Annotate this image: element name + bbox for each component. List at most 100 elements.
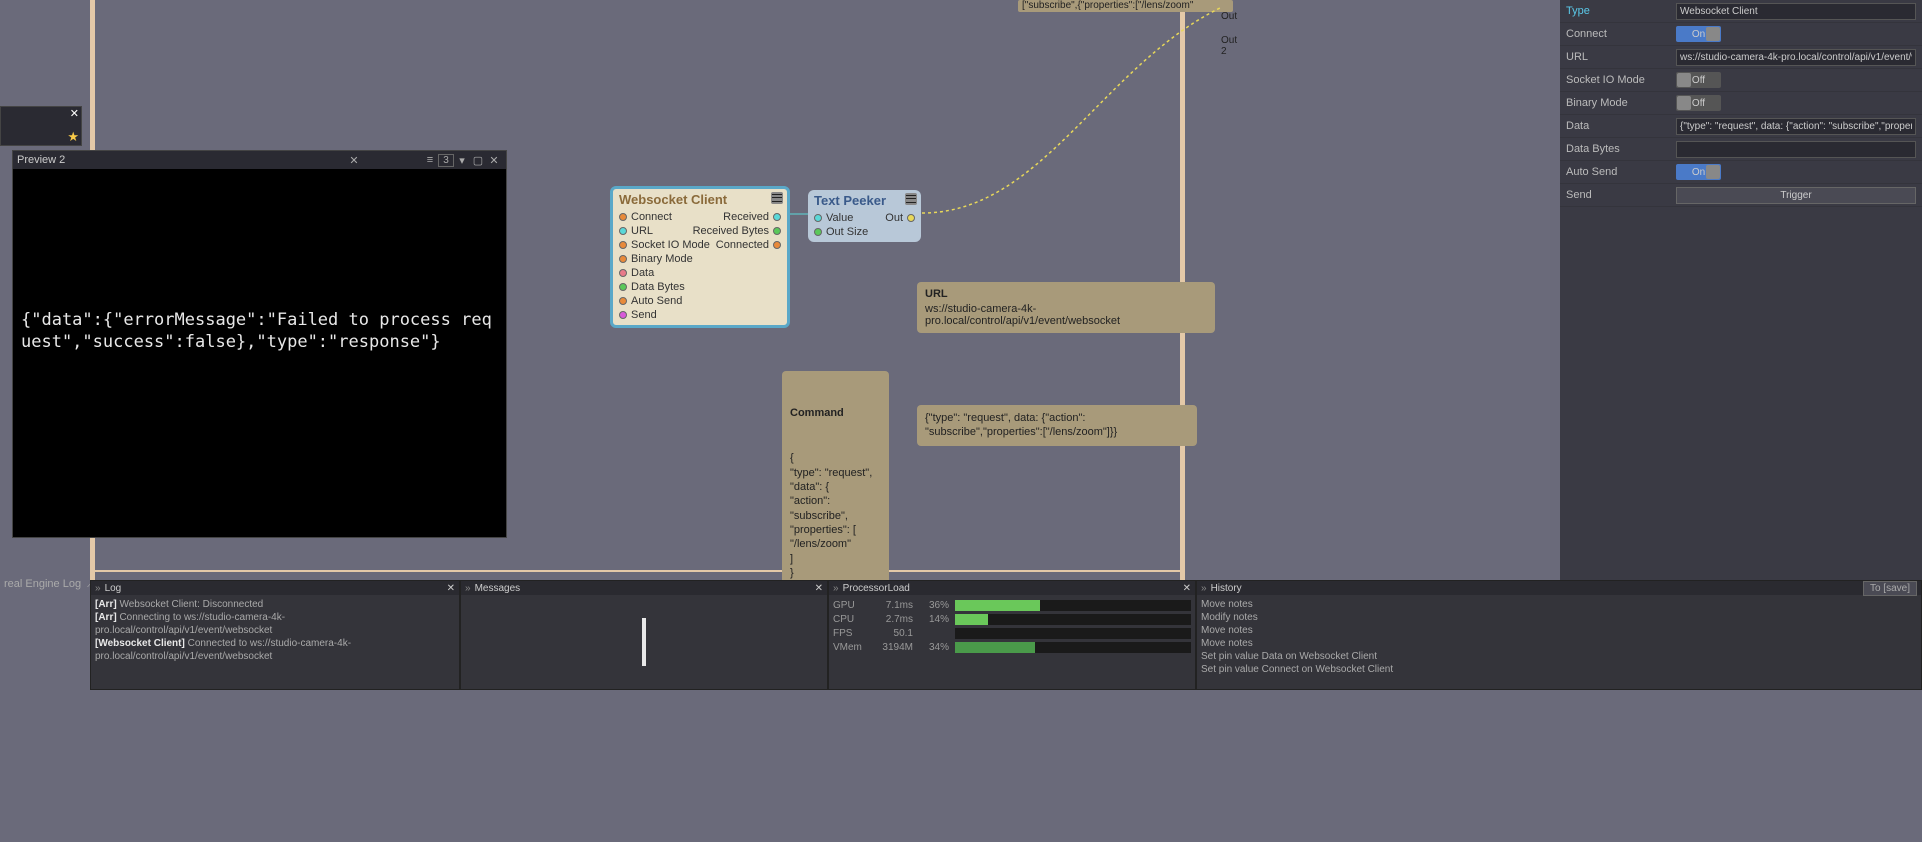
prop-row-send: Send Trigger — [1560, 184, 1922, 207]
chevron-down-icon[interactable]: ▾ — [454, 154, 470, 167]
log-tag: [Arr] — [95, 599, 117, 610]
proc-body: GPU7.1ms36%CPU2.7ms14%FPS50.1VMem3194M34… — [829, 595, 1195, 689]
port-data: Data — [631, 267, 654, 279]
history-item[interactable]: Set pin value Connect on Websocket Clien… — [1201, 663, 1917, 676]
messages-body — [461, 595, 827, 689]
history-item[interactable]: Move notes — [1201, 598, 1917, 611]
autosend-toggle[interactable]: On — [1676, 164, 1721, 180]
comment-data[interactable]: {"type": "request", data: {"action": "su… — [917, 405, 1197, 446]
comment-subscribe-strip[interactable]: ["subscribe",{"properties":["/lens/zoom" — [1018, 0, 1233, 12]
preview-titlebar[interactable]: Preview 2 ✕ ≡ 3 ▾ ▢ ✕ — [13, 151, 506, 169]
port-dot-connected-icon[interactable] — [773, 241, 781, 249]
preview-title: Preview 2 — [17, 154, 346, 166]
prop-label-connect: Connect — [1566, 28, 1676, 40]
comment-url[interactable]: URL ws://studio-camera-4k-pro.local/cont… — [917, 282, 1215, 333]
collapse-icon[interactable]: » — [465, 583, 471, 594]
port-dot-data-icon[interactable] — [619, 269, 627, 277]
prop-type-input[interactable] — [1676, 3, 1916, 20]
prop-label-binary: Binary Mode — [1566, 97, 1676, 109]
port-binary: Binary Mode — [631, 253, 693, 265]
log-text: Websocket Client: Disconnected — [117, 599, 264, 610]
star-icon[interactable]: ★ — [67, 129, 79, 145]
socketio-toggle[interactable]: Off — [1676, 72, 1721, 88]
menu-icon[interactable] — [905, 193, 917, 205]
prop-label-send: Send — [1566, 189, 1676, 201]
port-dot-autosend-icon[interactable] — [619, 297, 627, 305]
menu-icon[interactable] — [771, 192, 783, 204]
history-item[interactable]: Move notes — [1201, 624, 1917, 637]
node-websocket-client[interactable]: Websocket Client ConnectReceived URLRece… — [610, 186, 790, 328]
port-received-bytes: Received Bytes — [693, 225, 769, 237]
processor-load-panel[interactable]: » ProcessorLoad ✕ GPU7.1ms36%CPU2.7ms14%FP… — [828, 580, 1196, 690]
prop-label-socketio: Socket IO Mode — [1566, 74, 1676, 86]
history-item[interactable]: Modify notes — [1201, 611, 1917, 624]
out-ports-top: Out Out 2 — [1221, 0, 1237, 59]
close-icon[interactable]: ✕ — [486, 154, 502, 167]
prop-row-binary: Binary Mode Off — [1560, 92, 1922, 115]
preview-number[interactable]: 3 — [438, 154, 454, 167]
prop-data-input[interactable] — [1676, 118, 1916, 135]
proc-title: ProcessorLoad — [843, 583, 1179, 594]
port-dot-url-icon[interactable] — [619, 227, 627, 235]
port-dot-send-icon[interactable] — [619, 311, 627, 319]
prop-row-autosend: Auto Send On — [1560, 161, 1922, 184]
port-dot-value-icon[interactable] — [814, 214, 822, 222]
prop-url-input[interactable] — [1676, 49, 1916, 66]
history-panel[interactable]: »History✕ To [save] Move notesModify not… — [1196, 580, 1922, 690]
maximize-icon[interactable]: ▢ — [470, 154, 486, 167]
menu-icon[interactable]: ≡ — [422, 154, 438, 166]
close-icon[interactable]: ✕ — [70, 107, 79, 120]
port-dot-socketio-icon[interactable] — [619, 241, 627, 249]
floating-small-panel[interactable]: ✕ ★ — [0, 106, 82, 146]
prop-label-bytes: Data Bytes — [1566, 143, 1676, 155]
close-icon[interactable]: ✕ — [815, 583, 823, 594]
log-body: [Arr] Websocket Client: Disconnected [Ar… — [91, 595, 459, 689]
port-dot-recbytes-icon[interactable] — [773, 227, 781, 235]
port-out: Out — [885, 212, 903, 224]
wire-tp-out-to-topport — [922, 5, 1232, 215]
port-dot-outsize-icon[interactable] — [814, 228, 822, 236]
perf-row: CPU2.7ms14% — [833, 612, 1191, 626]
history-actions: To [save] — [1863, 583, 1917, 594]
send-trigger-button[interactable]: Trigger — [1676, 187, 1916, 204]
close-icon[interactable]: ✕ — [447, 583, 455, 594]
preview-panel[interactable]: Preview 2 ✕ ≡ 3 ▾ ▢ ✕ {"data":{"errorMes… — [12, 150, 507, 538]
prop-row-connect: Connect On — [1560, 23, 1922, 46]
history-item[interactable]: Move notes — [1201, 637, 1917, 650]
port-connect: Connect — [631, 211, 672, 223]
prop-label-autosend: Auto Send — [1566, 166, 1676, 178]
to-save-button[interactable]: To [save] — [1863, 581, 1917, 596]
history-item[interactable]: Set pin value Data on Websocket Client — [1201, 650, 1917, 663]
close-tab-icon[interactable]: ✕ — [346, 154, 362, 167]
node-text-peeker[interactable]: Text Peeker ValueOut Out Size — [808, 190, 921, 242]
prop-row-url: URL — [1560, 46, 1922, 69]
perf-row: VMem3194M34% — [833, 640, 1191, 654]
port-connected: Connected — [716, 239, 769, 251]
prop-bytes-input[interactable] — [1676, 141, 1916, 158]
port-autosend: Auto Send — [631, 295, 682, 307]
log-text: Connecting to ws://studio-camera-4k-pro.… — [95, 612, 285, 636]
node-title: Text Peeker — [808, 190, 921, 211]
close-icon[interactable]: ✕ — [1183, 583, 1191, 594]
prop-label-url: URL — [1566, 51, 1676, 63]
log-panel[interactable]: »Log✕ [Arr] Websocket Client: Disconnect… — [90, 580, 460, 690]
comment-cmd-title: Command — [790, 406, 881, 420]
prop-row-data: Data — [1560, 115, 1922, 138]
binary-toggle[interactable]: Off — [1676, 95, 1721, 111]
port-dot-out-icon[interactable] — [907, 214, 915, 222]
prop-row-socketio: Socket IO Mode Off — [1560, 69, 1922, 92]
engine-log-tab[interactable]: real Engine Log ⟋ — [0, 576, 99, 593]
messages-panel[interactable]: »Messages✕ — [460, 580, 828, 690]
collapse-icon[interactable]: » — [833, 583, 839, 594]
port-dot-binary-icon[interactable] — [619, 255, 627, 263]
port-dot-connect-icon[interactable] — [619, 213, 627, 221]
port-url: URL — [631, 225, 653, 237]
node-title: Websocket Client — [613, 189, 787, 210]
engine-log-label: real Engine Log — [4, 578, 81, 590]
collapse-icon[interactable]: » — [95, 583, 101, 594]
collapse-icon[interactable]: » — [1201, 583, 1207, 594]
port-dot-received-icon[interactable] — [773, 213, 781, 221]
port-dot-databytes-icon[interactable] — [619, 283, 627, 291]
perf-row: GPU7.1ms36% — [833, 598, 1191, 612]
connect-toggle[interactable]: On — [1676, 26, 1721, 42]
